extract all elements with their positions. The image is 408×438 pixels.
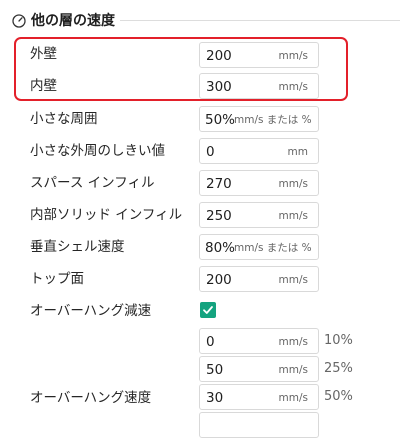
overhang-speed-10-value[interactable]: 0 [206,333,215,351]
sparse-infill-field[interactable]: 270 mm/s [199,170,319,196]
overhang-speed-50-percent: 50% [324,389,353,404]
top-surface-field[interactable]: 200 mm/s [199,266,319,292]
overhang-speed-10-field[interactable]: 0 mm/s [199,328,319,354]
overhang-speed-25-unit: mm/s [278,364,308,376]
small-perimeter-threshold-field[interactable]: 0 mm [199,138,319,164]
overhang-speed-50-unit: mm/s [278,392,308,404]
internal-solid-infill-label: 内部ソリッド インフィル [30,207,183,223]
overhang-speed-10-percent: 10% [324,333,353,348]
small-perimeter-field[interactable]: 50% mm/s または % [199,106,319,132]
internal-solid-infill-value[interactable]: 250 [206,207,232,225]
speedometer-icon [12,13,26,28]
small-perimeter-label: 小さな周囲 [30,111,98,127]
vertical-shell-speed-label: 垂直シェル速度 [30,239,125,255]
overhang-speed-25-field[interactable]: 50 mm/s [199,356,319,382]
vertical-shell-speed-unit: mm/s または % [234,242,312,254]
highlight-box [14,37,348,101]
top-surface-value[interactable]: 200 [206,271,232,289]
small-perimeter-value[interactable]: 50% [205,111,235,129]
small-perimeter-threshold-label: 小さな外周のしきい値 [30,143,165,159]
overhang-slowdown-checkbox[interactable] [200,302,216,318]
small-perimeter-threshold-value[interactable]: 0 [206,143,215,161]
overhang-speed-label: オーバーハング速度 [30,390,152,406]
overhang-speed-25-percent: 25% [324,361,353,376]
overhang-speed-50-field[interactable]: 30 mm/s [199,384,319,410]
internal-solid-infill-field[interactable]: 250 mm/s [199,202,319,228]
checkmark-icon [203,306,213,314]
small-perimeter-unit: mm/s または % [234,114,312,126]
vertical-shell-speed-field[interactable]: 80% mm/s または % [199,234,319,260]
header-divider [120,20,400,21]
vertical-shell-speed-value[interactable]: 80% [205,239,235,257]
top-surface-label: トップ面 [30,271,84,287]
top-surface-unit: mm/s [278,274,308,286]
overhang-slowdown-label: オーバーハング減速 [30,303,152,319]
overhang-speed-50-value[interactable]: 30 [206,389,223,407]
overhang-speed-25-value[interactable]: 50 [206,361,223,379]
sparse-infill-unit: mm/s [278,178,308,190]
internal-solid-infill-unit: mm/s [278,210,308,222]
overhang-speed-next-field[interactable] [199,412,319,438]
overhang-speed-10-unit: mm/s [278,336,308,348]
section-header: 他の層の速度 [12,8,115,32]
sparse-infill-label: スパース インフィル [30,175,155,191]
section-title: 他の層の速度 [31,13,115,29]
small-perimeter-threshold-unit: mm [287,146,308,158]
sparse-infill-value[interactable]: 270 [206,175,232,193]
